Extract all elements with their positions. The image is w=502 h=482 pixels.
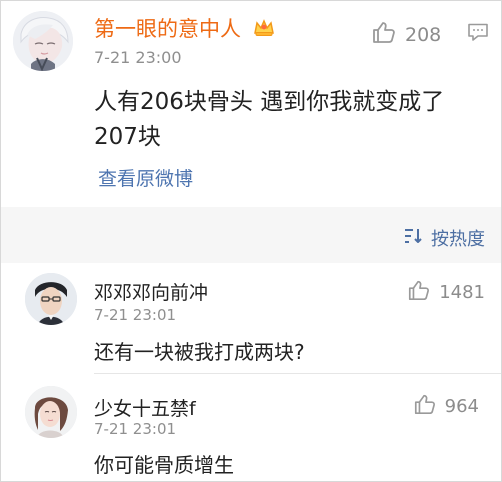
post-content: 人有206块骨头 遇到你我就变成了207块 xyxy=(94,89,445,150)
comment-like-count: 1481 xyxy=(439,282,485,303)
post-time: 7-21 23:00 xyxy=(94,48,182,67)
post-username[interactable]: 第一眼的意中人 xyxy=(94,17,241,41)
comment-item: 邓邓邓向前冲 7-21 23:01 还有一块被我打成两块? 1481 xyxy=(1,263,501,374)
thumb-up-icon xyxy=(413,392,437,421)
sort-by-hot-button[interactable]: 按热度 xyxy=(403,225,485,251)
comment-username[interactable]: 邓邓邓向前冲 xyxy=(94,278,208,305)
view-original-link[interactable]: 查看原微博 xyxy=(98,164,193,191)
sort-label[interactable]: 按热度 xyxy=(431,225,485,251)
post-like-count: 208 xyxy=(405,23,442,46)
comment-time: 7-21 23:01 xyxy=(94,420,177,438)
post-username-row[interactable]: 第一眼的意中人 xyxy=(94,13,276,44)
comments-header: 按热度 xyxy=(1,207,501,263)
comment-like-count: 964 xyxy=(444,396,479,417)
comment-like-button[interactable]: 964 xyxy=(413,392,479,421)
comment-avatar[interactable] xyxy=(25,273,77,325)
thumb-up-icon xyxy=(407,278,431,307)
post-avatar[interactable] xyxy=(13,11,73,71)
post-card: 第一眼的意中人 7-21 23:00 208 人有206块骨头 遇到你我就变成了… xyxy=(1,1,501,207)
comment-like-button[interactable]: 1481 xyxy=(407,278,485,307)
comment-time: 7-21 23:01 xyxy=(94,306,177,324)
sort-icon xyxy=(403,226,425,251)
comment-username[interactable]: 少女十五禁f xyxy=(94,394,196,421)
comment-avatar[interactable] xyxy=(25,386,77,438)
comment-text: 你可能骨质增生 xyxy=(94,453,234,477)
comment-text: 还有一块被我打成两块? xyxy=(94,340,305,364)
comment-item: 少女十五禁f 7-21 23:01 你可能骨质增生 964 xyxy=(1,374,501,480)
comment-icon[interactable] xyxy=(467,22,489,46)
crown-icon xyxy=(252,17,276,44)
post-like-button[interactable]: 208 xyxy=(371,19,441,50)
thumb-up-icon xyxy=(371,19,397,50)
